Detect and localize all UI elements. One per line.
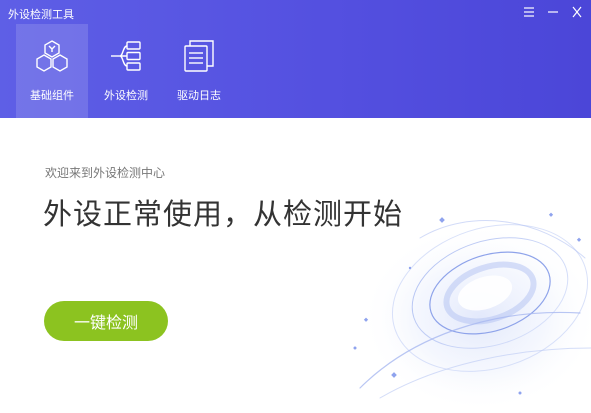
header-bar: 外设检测工具 基础组件 外设检测 驱动日志 bbox=[0, 0, 591, 118]
tab-label: 外设检测 bbox=[104, 89, 148, 102]
tab-peripheral-check[interactable]: 外设检测 bbox=[90, 24, 162, 118]
minimize-icon[interactable] bbox=[543, 3, 563, 21]
app-window: 外设检测工具 基础组件 外设检测 驱动日志 欢迎来到外设检测中心 外设正常使用，… bbox=[0, 0, 591, 413]
tab-label: 驱动日志 bbox=[177, 89, 221, 102]
radar-scan-illustration bbox=[320, 198, 591, 413]
tab-label: 基础组件 bbox=[30, 89, 74, 102]
welcome-text: 欢迎来到外设检测中心 bbox=[45, 166, 166, 180]
menu-icon[interactable] bbox=[519, 3, 539, 21]
log-document-icon bbox=[181, 38, 217, 74]
tab-basic-components[interactable]: 基础组件 bbox=[16, 24, 88, 118]
close-icon[interactable] bbox=[567, 3, 587, 21]
hexagon-cluster-icon bbox=[34, 38, 70, 74]
window-title: 外设检测工具 bbox=[8, 8, 74, 21]
main-content: 欢迎来到外设检测中心 外设正常使用，从检测开始 一键检测 bbox=[0, 118, 591, 413]
one-click-detect-button[interactable]: 一键检测 bbox=[44, 301, 168, 341]
tab-driver-log[interactable]: 驱动日志 bbox=[163, 24, 235, 118]
tree-structure-icon bbox=[108, 38, 144, 74]
